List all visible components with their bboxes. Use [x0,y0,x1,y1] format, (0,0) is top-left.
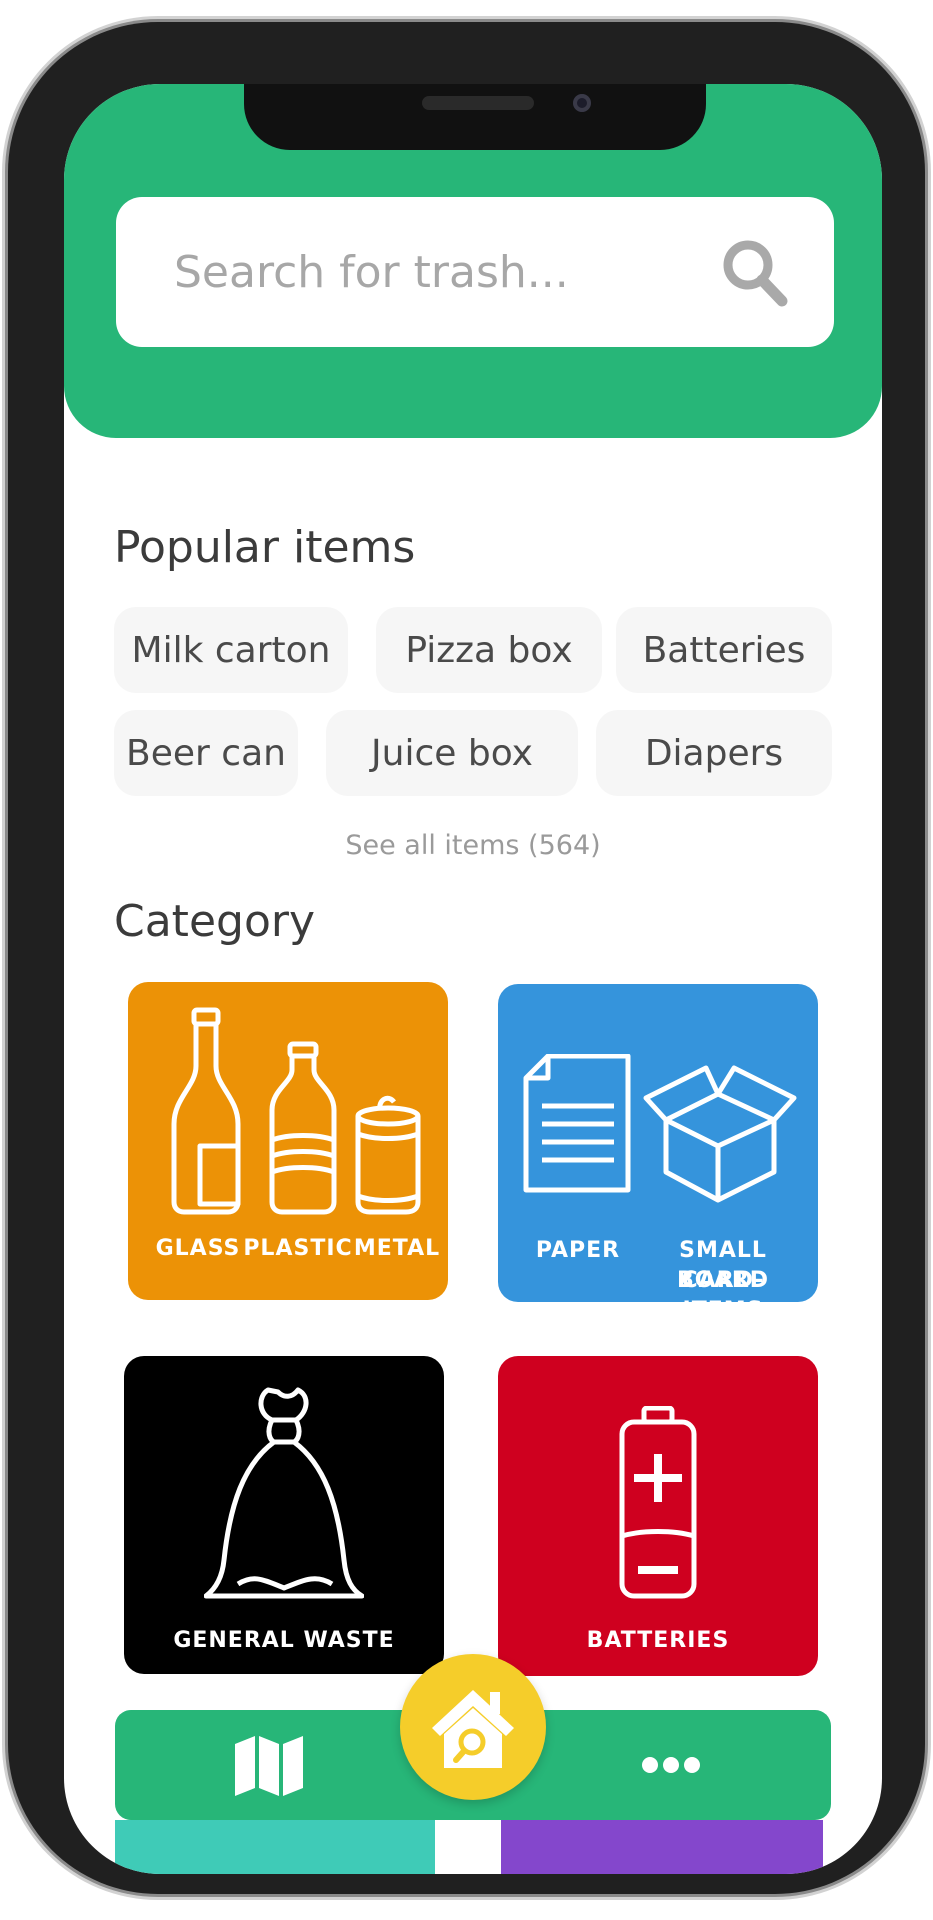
category-tile-batteries[interactable]: BATTERIES [498,1356,818,1676]
chip-pizza-box[interactable]: Pizza box [376,607,602,693]
popular-items-title: Popular items [114,522,416,573]
phone-frame: Popular items Milk carton Pizza box Batt… [8,22,925,1894]
tile-label-small-cardboard-2: BOARD ITEMS [676,1268,770,1302]
category-tile-peek-purple[interactable] [501,1820,823,1874]
chip-juice-box[interactable]: Juice box [326,710,578,796]
more-icon[interactable] [641,1750,701,1780]
search-input[interactable] [174,235,694,309]
trash-bag-icon [204,1387,364,1599]
category-tile-glass-plastic-metal[interactable]: GLASS PLASTIC METAL [128,982,448,1300]
tile-label-batteries: BATTERIES [586,1628,730,1653]
search-bar[interactable] [116,197,834,347]
home-search-icon [432,1690,514,1768]
chip-milk-carton[interactable]: Milk carton [114,607,348,693]
tile-label-general-waste: GENERAL WASTE [173,1628,395,1653]
home-search-button[interactable] [400,1654,546,1800]
category-title: Category [114,896,315,947]
tile-label-paper: PAPER [535,1238,621,1263]
chip-batteries[interactable]: Batteries [616,607,832,693]
header [64,84,882,438]
front-camera [573,94,591,112]
search-icon[interactable] [716,235,792,311]
category-tile-general-waste[interactable]: GENERAL WASTE [124,1356,444,1674]
paper-box-icon [523,1054,797,1203]
tile-label-metal: METAL [353,1236,441,1261]
bottles-can-icon [171,1007,421,1215]
chip-beer-can[interactable]: Beer can [114,710,298,796]
phone-notch [244,84,706,150]
tile-label-plastic: PLASTIC [243,1236,353,1261]
app-screen: Popular items Milk carton Pizza box Batt… [64,84,882,1874]
see-all-items-link[interactable]: See all items (564) [64,830,882,861]
tile-label-glass: GLASS [155,1236,241,1261]
category-tile-peek-teal[interactable] [115,1820,435,1874]
chip-diapers[interactable]: Diapers [596,710,832,796]
speaker-grille [422,96,534,110]
battery-icon [619,1406,697,1599]
map-icon[interactable] [233,1734,305,1796]
category-tile-paper-cardboard[interactable]: PAPER SMALL CARD- BOARD ITEMS [498,984,818,1302]
